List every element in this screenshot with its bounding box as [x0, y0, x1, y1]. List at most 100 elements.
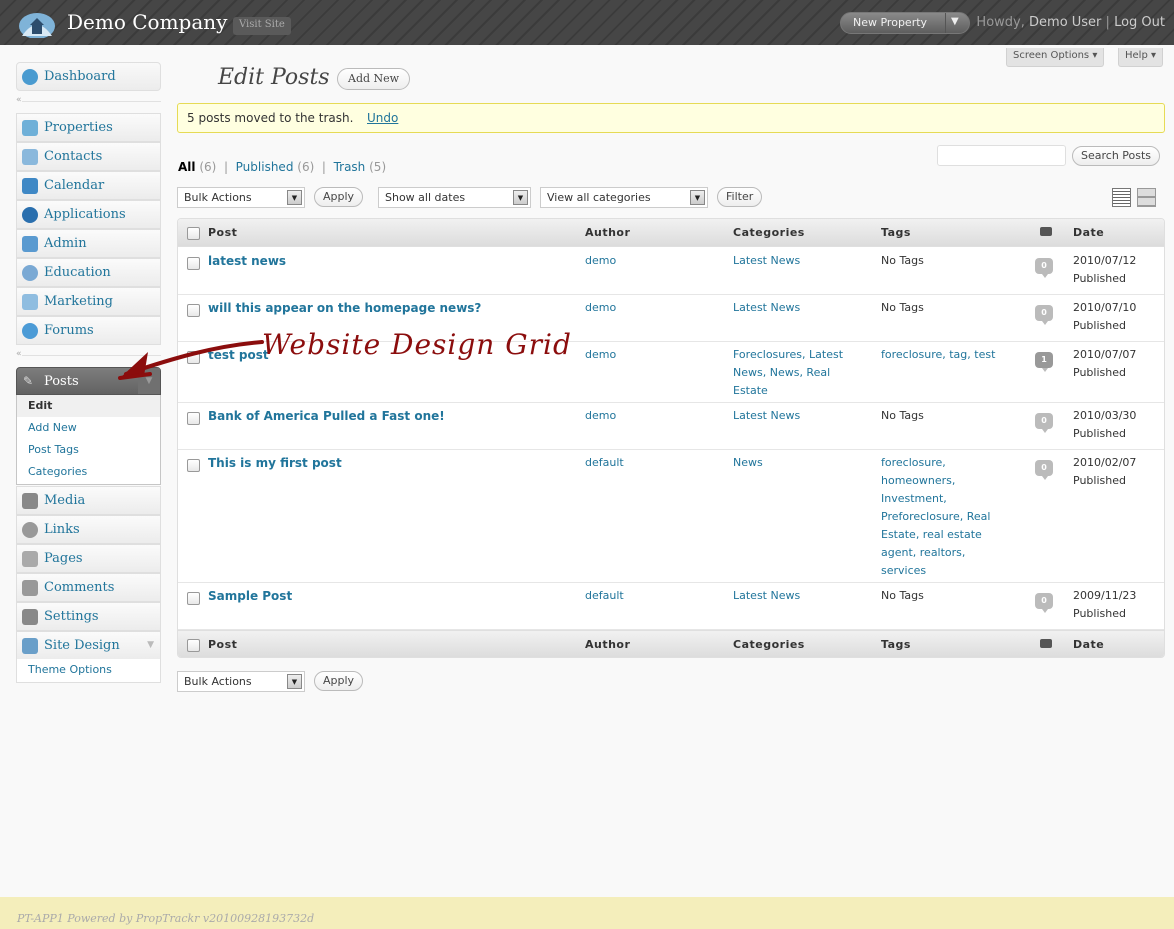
- search-input[interactable]: [937, 145, 1066, 166]
- annotation-arrow-icon: [118, 340, 264, 380]
- post-author-link[interactable]: default: [585, 587, 624, 605]
- apply-button[interactable]: Apply: [314, 187, 364, 207]
- column-header-date[interactable]: Date: [1073, 638, 1104, 651]
- post-date: 2010/07/07: [1073, 348, 1137, 361]
- comment-count-badge[interactable]: 0: [1035, 258, 1053, 278]
- submenu-item-categories[interactable]: Categories: [28, 465, 87, 478]
- new-property-button[interactable]: New Property ▼: [840, 12, 970, 34]
- screen-options-button[interactable]: Screen Options ▾: [1006, 48, 1105, 67]
- site-design-submenu: Theme Options: [16, 659, 161, 683]
- logout-link[interactable]: Log Out: [1114, 15, 1165, 30]
- post-categories[interactable]: Latest News: [733, 252, 863, 270]
- site-title[interactable]: Demo Company: [67, 10, 227, 34]
- date-filter-select[interactable]: Show all dates ▼: [378, 187, 531, 208]
- row-checkbox[interactable]: [187, 257, 200, 270]
- submenu-item-post-tags[interactable]: Post Tags: [28, 443, 79, 456]
- post-categories[interactable]: Foreclosures, Latest News, News, Real Es…: [733, 346, 865, 400]
- post-title-link[interactable]: latest news: [208, 252, 286, 270]
- sidebar-item-comments[interactable]: Comments: [16, 573, 161, 602]
- filter-trash-link[interactable]: Trash: [334, 160, 366, 174]
- column-header-author[interactable]: Author: [585, 226, 630, 239]
- sidebar-item-settings[interactable]: Settings: [16, 602, 161, 631]
- post-categories[interactable]: Latest News: [733, 587, 863, 605]
- list-view-icon[interactable]: [1112, 188, 1131, 207]
- post-title-link[interactable]: Sample Post: [208, 587, 292, 605]
- sidebar-item-label: Education: [44, 265, 111, 280]
- post-author-link[interactable]: demo: [585, 252, 616, 270]
- sidebar-item-site-design[interactable]: Site Design ▼: [16, 631, 161, 660]
- post-author-link[interactable]: demo: [585, 346, 616, 364]
- post-categories[interactable]: Latest News: [733, 407, 863, 425]
- submenu-item-theme-options[interactable]: Theme Options: [28, 663, 112, 676]
- add-new-button[interactable]: Add New: [337, 68, 411, 90]
- help-button[interactable]: Help ▾: [1118, 48, 1164, 67]
- select-all-checkbox[interactable]: [187, 227, 200, 240]
- category-filter-select[interactable]: View all categories ▼: [540, 187, 708, 208]
- post-tags: No Tags: [881, 301, 924, 314]
- collapse-icon[interactable]: «: [16, 95, 22, 105]
- sidebar-item-label: Pages: [44, 551, 83, 566]
- comment-bubble-icon: [1040, 227, 1052, 236]
- row-checkbox[interactable]: [187, 412, 200, 425]
- sidebar-item-label: Site Design: [44, 638, 120, 653]
- column-header-date[interactable]: Date: [1073, 226, 1104, 239]
- search-posts-button[interactable]: Search Posts: [1072, 146, 1161, 166]
- sidebar-item-marketing[interactable]: Marketing: [16, 287, 161, 316]
- undo-link[interactable]: Undo: [367, 111, 398, 125]
- column-header-post[interactable]: Post: [208, 638, 237, 651]
- chevron-down-icon[interactable]: ▼: [951, 16, 959, 27]
- comment-count-badge[interactable]: 0: [1035, 460, 1053, 480]
- excerpt-view-icon[interactable]: [1137, 188, 1156, 207]
- column-header-post[interactable]: Post: [208, 226, 237, 239]
- sidebar-item-admin[interactable]: Admin: [16, 229, 161, 258]
- row-checkbox[interactable]: [187, 304, 200, 317]
- post-title-link[interactable]: This is my first post: [208, 454, 342, 472]
- submenu-item-edit[interactable]: Edit: [17, 395, 160, 417]
- comment-count-badge[interactable]: 0: [1035, 413, 1053, 433]
- filter-all-link[interactable]: All: [178, 160, 196, 174]
- post-author-link[interactable]: default: [585, 454, 624, 472]
- user-greeting: Howdy, Demo User | Log Out: [976, 15, 1165, 30]
- post-author-link[interactable]: demo: [585, 299, 616, 317]
- post-categories[interactable]: News: [733, 454, 863, 472]
- sidebar-item-contacts[interactable]: Contacts: [16, 142, 161, 171]
- filter-button[interactable]: Filter: [717, 187, 763, 207]
- sidebar-item-links[interactable]: Links: [16, 515, 161, 544]
- comment-count-badge[interactable]: 0: [1035, 593, 1053, 613]
- bulk-actions-select[interactable]: Bulk Actions ▼: [177, 187, 305, 208]
- house-logo-icon[interactable]: [18, 6, 56, 38]
- select-all-checkbox[interactable]: [187, 639, 200, 652]
- comment-count-badge[interactable]: 0: [1035, 305, 1053, 325]
- select-value: Bulk Actions: [184, 675, 252, 688]
- bulk-actions-select-bottom[interactable]: Bulk Actions ▼: [177, 671, 305, 692]
- row-checkbox[interactable]: [187, 459, 200, 472]
- sidebar-item-calendar[interactable]: Calendar: [16, 171, 161, 200]
- sidebar-item-label: Applications: [44, 207, 126, 222]
- post-tags[interactable]: foreclosure, homeowners, Investment, Pre…: [881, 454, 1009, 580]
- sidebar-item-label: Media: [44, 493, 86, 508]
- post-title-link[interactable]: Bank of America Pulled a Fast one!: [208, 407, 445, 425]
- submenu-item-add-new[interactable]: Add New: [28, 421, 77, 434]
- chevron-down-icon[interactable]: ▼: [147, 640, 154, 650]
- post-author-link[interactable]: demo: [585, 407, 616, 425]
- apply-button-bottom[interactable]: Apply: [314, 671, 364, 691]
- posts-submenu: Edit Add New Post Tags Categories: [16, 395, 161, 485]
- filter-published-link[interactable]: Published: [236, 160, 294, 174]
- sidebar-item-properties[interactable]: Properties: [16, 113, 161, 142]
- media-icon: [22, 493, 38, 509]
- post-title-link[interactable]: will this appear on the homepage news?: [208, 299, 481, 317]
- sidebar-item-pages[interactable]: Pages: [16, 544, 161, 573]
- sidebar-item-media[interactable]: Media: [16, 486, 161, 515]
- sidebar-item-education[interactable]: Education: [16, 258, 161, 287]
- comment-count-badge[interactable]: 1: [1035, 352, 1053, 372]
- post-tags[interactable]: foreclosure, tag, test: [881, 346, 1011, 364]
- collapse-icon[interactable]: «: [16, 349, 22, 359]
- user-name-link[interactable]: Demo User: [1029, 15, 1101, 30]
- row-checkbox[interactable]: [187, 592, 200, 605]
- sidebar-item-dashboard[interactable]: Dashboard: [16, 62, 161, 91]
- sidebar-item-applications[interactable]: Applications: [16, 200, 161, 229]
- column-header-author[interactable]: Author: [585, 638, 630, 651]
- post-categories[interactable]: Latest News: [733, 299, 863, 317]
- visit-site-button[interactable]: Visit Site: [233, 17, 291, 35]
- post-status: Published: [1073, 272, 1126, 285]
